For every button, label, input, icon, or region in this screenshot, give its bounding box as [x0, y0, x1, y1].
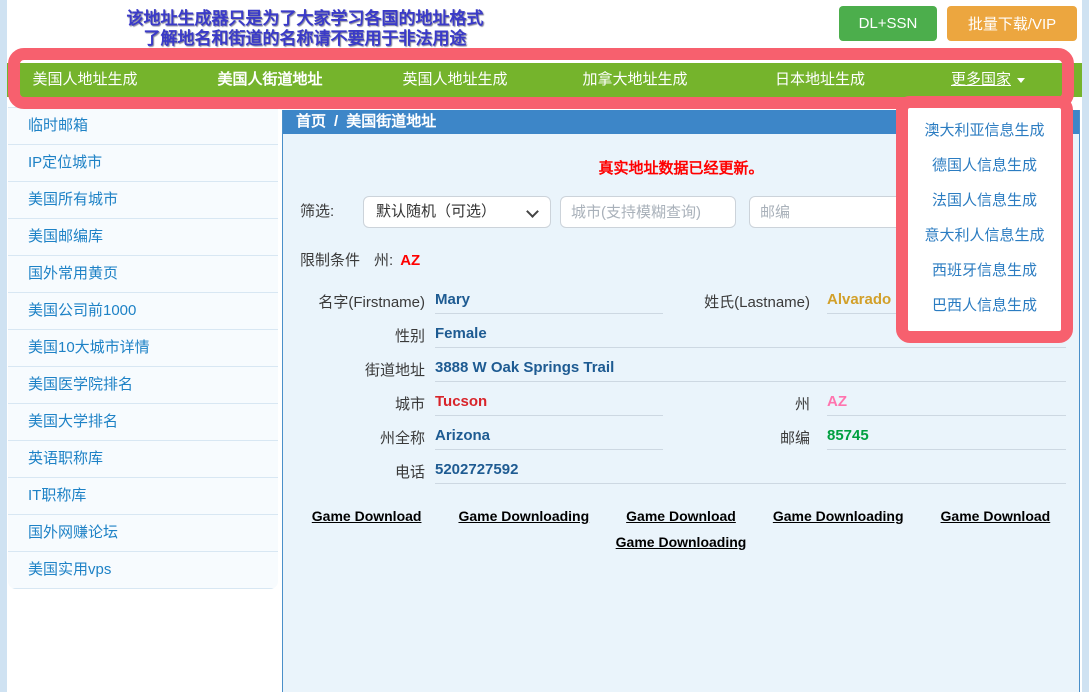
- nav-item-japan-address[interactable]: 日本地址生成: [775, 63, 865, 97]
- filter-label: 筛选:: [300, 196, 334, 228]
- dropdown-item-france[interactable]: 法国人信息生成: [908, 183, 1061, 218]
- more-countries-label: 更多国家: [951, 71, 1011, 88]
- lastname-label: 姓氏(Lastname): [683, 291, 810, 312]
- more-countries-dropdown: 澳大利亚信息生成 德国人信息生成 法国人信息生成 意大利人信息生成 西班牙信息生…: [896, 96, 1073, 343]
- sidebar-item-medical-school-ranking[interactable]: 美国医学院排名: [8, 367, 278, 404]
- gender-label: 性别: [283, 325, 425, 346]
- zipcode-label: 邮编: [683, 427, 810, 448]
- zipcode-value: 85745: [827, 427, 1066, 450]
- phone-label: 电话: [283, 461, 425, 482]
- main-nav: 美国人地址生成 美国人街道地址 英国人地址生成 加拿大地址生成 日本地址生成 更…: [7, 63, 1082, 97]
- sidebar-item-it-job-titles[interactable]: IT职称库: [8, 478, 278, 515]
- sidebar-item-us-all-cities[interactable]: 美国所有城市: [8, 182, 278, 219]
- state-value: AZ: [827, 393, 1066, 416]
- sidebar-item-top1000-companies[interactable]: 美国公司前1000: [8, 293, 278, 330]
- state-fullname-value: Arizona: [435, 427, 663, 450]
- game-downloading-link[interactable]: Game Downloading: [616, 534, 747, 550]
- dl-ssn-button[interactable]: DL+SSN: [839, 6, 937, 41]
- dropdown-item-spain[interactable]: 西班牙信息生成: [908, 253, 1061, 288]
- street-address-label: 街道地址: [283, 359, 425, 380]
- constraint-label: 限制条件: [300, 252, 360, 269]
- dropdown-item-italy[interactable]: 意大利人信息生成: [908, 218, 1061, 253]
- state-label: 州: [683, 393, 810, 414]
- nav-item-canada-address[interactable]: 加拿大地址生成: [582, 63, 687, 97]
- page-root: 该地址生成器只是为了大家学习各国的地址格式 了解地名和街道的名称请不要用于非法用…: [0, 0, 1089, 692]
- city-value: Tucson: [435, 393, 663, 416]
- dropdown-item-australia[interactable]: 澳大利亚信息生成: [908, 113, 1061, 148]
- sidebar-item-us-zipcode-db[interactable]: 美国邮编库: [8, 219, 278, 256]
- sidebar-item-top10-city-details[interactable]: 美国10大城市详情: [8, 330, 278, 367]
- breadcrumb-home-link[interactable]: 首页: [296, 113, 326, 130]
- game-links-row-1: Game Download Game Downloading Game Down…: [283, 508, 1079, 524]
- sidebar-item-university-ranking[interactable]: 美国大学排名: [8, 404, 278, 441]
- sidebar-item-us-vps[interactable]: 美国实用vps: [8, 552, 278, 589]
- random-filter-select-value: 默认随机（可选）: [376, 203, 496, 220]
- game-download-link[interactable]: Game Download: [626, 508, 736, 524]
- nav-item-us-address[interactable]: 美国人地址生成: [32, 63, 137, 97]
- sidebar: 临时邮箱 IP定位城市 美国所有城市 美国邮编库 国外常用黄页 美国公司前100…: [8, 107, 278, 589]
- random-filter-select[interactable]: 默认随机（可选）: [363, 196, 551, 228]
- sidebar-item-temp-mail[interactable]: 临时邮箱: [8, 108, 278, 145]
- batch-download-vip-button[interactable]: 批量下载/VIP: [947, 6, 1077, 41]
- caret-down-icon: [1017, 78, 1025, 83]
- constraint-state-label: 州:: [374, 252, 393, 269]
- constraint-state-value: AZ: [400, 252, 420, 269]
- nav-item-uk-address[interactable]: 英国人地址生成: [402, 63, 507, 97]
- game-downloading-link[interactable]: Game Downloading: [458, 508, 589, 524]
- constraint-row: 限制条件州: AZ: [300, 249, 420, 270]
- street-address-value: 3888 W Oak Springs Trail: [435, 359, 1066, 382]
- state-fullname-label: 州全称: [283, 427, 425, 448]
- breadcrumb-separator: /: [334, 113, 338, 130]
- disclaimer-line-2: 了解地名和街道的名称请不要用于非法用途: [70, 29, 540, 49]
- city-search-input[interactable]: [560, 196, 736, 228]
- sidebar-item-yellow-pages[interactable]: 国外常用黄页: [8, 256, 278, 293]
- breadcrumb-current: 美国街道地址: [346, 113, 436, 130]
- dropdown-item-germany[interactable]: 德国人信息生成: [908, 148, 1061, 183]
- game-download-link[interactable]: Game Download: [312, 508, 422, 524]
- nav-item-more-countries[interactable]: 更多国家: [951, 63, 1025, 97]
- game-downloading-link[interactable]: Game Downloading: [773, 508, 904, 524]
- phone-value: 5202727592: [435, 461, 1066, 484]
- city-label: 城市: [283, 393, 425, 414]
- game-links-row-2: Game Downloading: [283, 534, 1079, 550]
- nav-item-us-street-address[interactable]: 美国人街道地址: [217, 63, 322, 97]
- game-download-link[interactable]: Game Download: [941, 508, 1051, 524]
- disclaimer-line-1: 该地址生成器只是为了大家学习各国的地址格式: [70, 9, 540, 29]
- sidebar-item-english-job-titles[interactable]: 英语职称库: [8, 441, 278, 478]
- disclaimer-text: 该地址生成器只是为了大家学习各国的地址格式 了解地名和街道的名称请不要用于非法用…: [70, 9, 540, 49]
- sidebar-item-ip-city[interactable]: IP定位城市: [8, 145, 278, 182]
- firstname-label: 名字(Firstname): [283, 291, 425, 312]
- chevron-down-icon: [526, 205, 539, 218]
- sidebar-item-money-forum[interactable]: 国外网赚论坛: [8, 515, 278, 552]
- firstname-value: Mary: [435, 291, 663, 314]
- dropdown-item-brazil[interactable]: 巴西人信息生成: [908, 288, 1061, 323]
